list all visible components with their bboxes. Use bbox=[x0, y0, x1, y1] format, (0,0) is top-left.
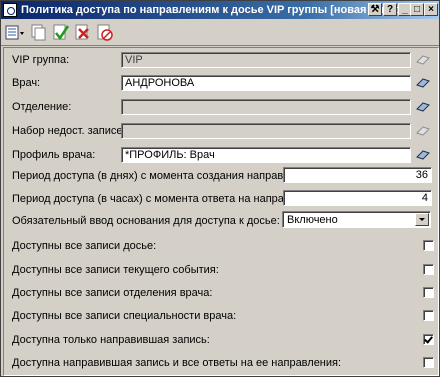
required-reason-value: Включено bbox=[287, 214, 338, 226]
department-field[interactable] bbox=[121, 99, 411, 115]
record-set-field[interactable] bbox=[121, 123, 411, 139]
period-hours-field[interactable]: 4 bbox=[283, 190, 432, 206]
check-only-referring[interactable] bbox=[423, 334, 434, 345]
doctor-field[interactable]: АНДРОНОВА bbox=[121, 75, 411, 91]
period-days-field[interactable]: 36 bbox=[283, 167, 432, 183]
check-department[interactable] bbox=[423, 287, 434, 298]
period-hours-label: Период доступа (в часах) с момента ответ… bbox=[12, 193, 324, 205]
check-specialty[interactable] bbox=[423, 310, 434, 321]
confirm-icon[interactable] bbox=[51, 23, 71, 42]
maximize-button[interactable]: □ bbox=[410, 3, 424, 16]
check-referring-and-answers[interactable] bbox=[423, 357, 434, 368]
window-title: Политика доступа по направлениям к досье… bbox=[21, 4, 411, 16]
copy-icon[interactable] bbox=[29, 23, 49, 42]
vip-group-picker-icon[interactable] bbox=[416, 54, 430, 66]
department-label: Отделение: bbox=[12, 101, 72, 113]
check-label-current-event: Доступны все записи текущего события: bbox=[12, 264, 219, 276]
record-set-picker-icon[interactable] bbox=[416, 125, 430, 137]
cancel-icon[interactable] bbox=[95, 23, 115, 42]
dialog-window: Политика доступа по направлениям к досье… bbox=[0, 0, 440, 377]
period-days-label: Период доступа (в днях) с момента создан… bbox=[12, 170, 317, 182]
check-current-event[interactable] bbox=[423, 264, 434, 275]
doctor-profile-field[interactable]: *ПРОФИЛЬ: Врач bbox=[121, 147, 411, 163]
check-label-specialty: Доступны все записи специальности врача: bbox=[12, 310, 237, 322]
department-picker-icon[interactable] bbox=[416, 101, 430, 113]
record-set-label: Набор недост. записей: bbox=[12, 125, 132, 137]
doctor-label: Врач: bbox=[12, 77, 41, 89]
vip-group-field[interactable]: VIP bbox=[121, 52, 411, 68]
check-label-referring-and-answers: Доступна направившая запись и все ответы… bbox=[12, 357, 342, 369]
help-button[interactable]: ? bbox=[383, 3, 397, 16]
check-label-department: Доступны все записи отделения врача: bbox=[12, 287, 213, 299]
required-reason-select[interactable]: Включено bbox=[282, 211, 431, 228]
title-bar[interactable]: Политика доступа по направлениям к досье… bbox=[1, 1, 439, 19]
tools-icon[interactable]: ⚒ bbox=[368, 3, 382, 16]
doctor-profile-picker-icon[interactable] bbox=[416, 149, 430, 161]
doctor-picker-icon[interactable] bbox=[416, 77, 430, 89]
chevron-down-icon[interactable] bbox=[415, 213, 429, 226]
check-all-records[interactable] bbox=[423, 240, 434, 251]
check-label-all-records: Доступны все записи досье: bbox=[12, 240, 157, 252]
required-reason-label: Обязательный ввод основания для доступа … bbox=[12, 215, 280, 227]
app-icon bbox=[3, 3, 17, 17]
close-button[interactable]: × bbox=[424, 3, 438, 16]
check-label-only-referring: Доступна только направившая запись: bbox=[12, 334, 210, 346]
doctor-profile-label: Профиль врача: bbox=[12, 149, 96, 161]
delete-icon[interactable] bbox=[73, 23, 93, 42]
toolbar bbox=[1, 20, 439, 46]
vip-group-label: VIP группа: bbox=[12, 54, 70, 66]
menu-icon[interactable] bbox=[5, 23, 25, 42]
